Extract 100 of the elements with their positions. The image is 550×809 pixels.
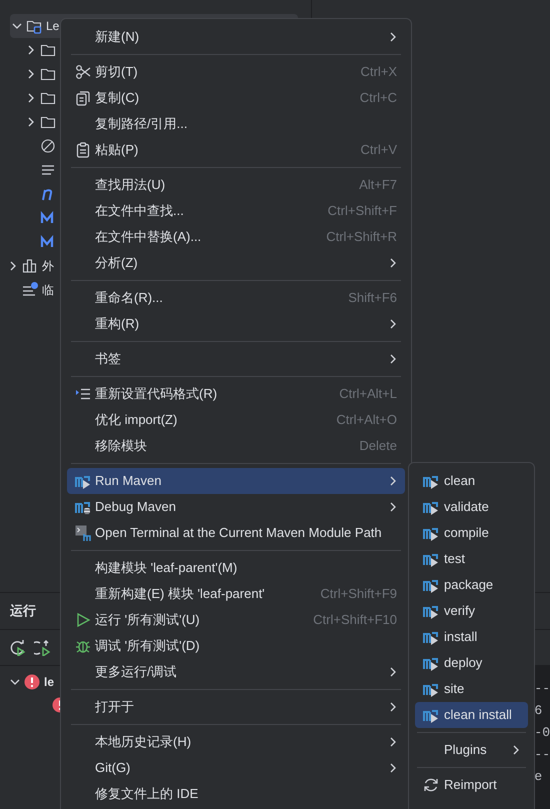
folder-icon bbox=[40, 66, 56, 82]
maven-run-icon bbox=[423, 551, 439, 567]
tree-label[interactable]: le bbox=[44, 673, 54, 691]
menu-item[interactable]: clean install bbox=[415, 702, 528, 728]
copy-icon bbox=[75, 90, 91, 106]
lines-icon bbox=[75, 386, 91, 402]
menu-item[interactable]: 书签 bbox=[67, 346, 405, 372]
menu-item[interactable]: 移除模块 Delete bbox=[67, 433, 405, 459]
maven-file-icon bbox=[40, 210, 56, 226]
menu-item[interactable]: site bbox=[415, 676, 528, 702]
menu-item[interactable]: Git(G) bbox=[67, 755, 405, 781]
shortcut-text: Ctrl+V bbox=[360, 141, 398, 160]
maven-run-icon bbox=[75, 473, 91, 489]
terminal-icon bbox=[75, 525, 91, 541]
menu-item[interactable]: 优化 import(Z) Ctrl+Alt+O bbox=[67, 407, 405, 433]
rerun-icon[interactable] bbox=[10, 640, 26, 656]
menu-item[interactable]: 重新设置代码格式(R) Ctrl+Alt+L bbox=[67, 381, 405, 407]
menu-item[interactable]: verify bbox=[415, 598, 528, 624]
tree-label[interactable]: Le bbox=[46, 17, 60, 35]
folder-icon bbox=[40, 114, 56, 130]
menu-item[interactable]: 运行 '所有测试'(U) Ctrl+Shift+F10 bbox=[67, 607, 405, 633]
menu-item[interactable]: 打开于 bbox=[67, 694, 405, 720]
submenu-chevron-icon[interactable] bbox=[389, 318, 397, 330]
menu-item[interactable]: 分析(Z) bbox=[67, 250, 405, 276]
submenu-chevron-icon[interactable] bbox=[389, 501, 397, 513]
menu-item[interactable]: Open Terminal at the Current Maven Module Path bbox=[67, 520, 405, 546]
menu-item[interactable]: package bbox=[415, 572, 528, 598]
menu-item[interactable]: 构建模块 'leaf-parent'(M) bbox=[67, 555, 405, 581]
maven-bug-icon bbox=[75, 499, 91, 515]
shortcut-text: Shift+F6 bbox=[348, 289, 398, 308]
console-text: 6 bbox=[534, 702, 544, 720]
scissors-icon bbox=[75, 64, 91, 80]
tree-label[interactable]: 外 bbox=[42, 257, 54, 275]
menu-item[interactable]: 更多运行/调试 bbox=[67, 659, 405, 685]
menu-item[interactable]: 本地历史记录(H) bbox=[67, 729, 405, 755]
submenu-chevron-icon[interactable] bbox=[389, 762, 397, 774]
menu-item[interactable]: 修复文件上的 IDE bbox=[67, 781, 405, 807]
menu-item[interactable]: 重新构建(E) 模块 'leaf-parent' Ctrl+Shift+F9 bbox=[67, 581, 405, 607]
module-folder-icon bbox=[26, 18, 42, 34]
maven-run-icon bbox=[423, 681, 439, 697]
chevron-right-icon[interactable] bbox=[9, 260, 17, 272]
chevron-right-icon[interactable] bbox=[27, 116, 35, 128]
menu-item[interactable]: clean bbox=[415, 468, 528, 494]
menu-item[interactable]: test bbox=[415, 546, 528, 572]
submenu-chevron-icon[interactable] bbox=[389, 701, 397, 713]
submenu-chevron-icon[interactable] bbox=[512, 744, 520, 756]
menu-item[interactable]: 查找用法(U) Alt+F7 bbox=[67, 172, 405, 198]
menu-item[interactable]: 调试 '所有测试'(D) bbox=[67, 633, 405, 659]
menu-item[interactable]: 重构(R) bbox=[67, 311, 405, 337]
maven-run-icon bbox=[423, 629, 439, 645]
libraries-icon bbox=[22, 258, 38, 274]
menu-item[interactable]: Plugins bbox=[415, 737, 528, 763]
maven-run-icon bbox=[423, 655, 439, 671]
menu-item[interactable]: 粘贴(P) Ctrl+V bbox=[67, 137, 405, 163]
shortcut-text: Delete bbox=[359, 437, 398, 456]
scratches-icon bbox=[22, 282, 38, 298]
chevron-down-icon[interactable] bbox=[11, 22, 23, 30]
submenu-chevron-icon[interactable] bbox=[389, 353, 397, 365]
chevron-right-icon[interactable] bbox=[27, 44, 35, 56]
menu-item[interactable]: 剪切(T) Ctrl+X bbox=[67, 59, 405, 85]
tree-label[interactable]: 临 bbox=[42, 281, 54, 299]
submenu-chevron-icon[interactable] bbox=[389, 257, 397, 269]
panel-title: 运行 bbox=[10, 602, 36, 620]
menu-item[interactable]: 在文件中查找... Ctrl+Shift+F bbox=[67, 198, 405, 224]
submenu-chevron-icon[interactable] bbox=[389, 736, 397, 748]
menu-item[interactable]: validate bbox=[415, 494, 528, 520]
menu-item[interactable]: 复制路径/引用... bbox=[67, 111, 405, 137]
shortcut-text: Ctrl+X bbox=[360, 63, 398, 82]
console-text: -0 bbox=[534, 724, 550, 742]
chevron-down-icon[interactable] bbox=[9, 678, 21, 686]
console-text: -- bbox=[534, 746, 550, 764]
shortcut-text: Ctrl+Shift+F9 bbox=[320, 585, 398, 604]
maven-file-icon bbox=[40, 234, 56, 250]
refresh-icon bbox=[423, 777, 439, 793]
console-text: e bbox=[534, 768, 544, 786]
menu-item[interactable]: 新建(N) bbox=[67, 24, 405, 50]
clipboard-icon bbox=[75, 142, 91, 158]
menu-item[interactable]: compile bbox=[415, 520, 528, 546]
shortcut-text: Ctrl+Alt+O bbox=[336, 411, 398, 430]
error-icon bbox=[24, 674, 40, 690]
menu-item[interactable]: Run Maven bbox=[67, 468, 405, 494]
menu-item[interactable]: 重命名(R)... Shift+F6 bbox=[67, 285, 405, 311]
menu-item[interactable]: deploy bbox=[415, 650, 528, 676]
folder-icon bbox=[40, 90, 56, 106]
menu-item[interactable]: Reimport bbox=[415, 772, 528, 798]
menu-item[interactable]: 在文件中替换(A)... Ctrl+Shift+R bbox=[67, 224, 405, 250]
rerun-failed-icon[interactable] bbox=[34, 640, 52, 656]
menu-item[interactable]: 复制(C) Ctrl+C bbox=[67, 85, 405, 111]
maven-run-icon bbox=[423, 707, 439, 723]
menu-item[interactable]: install bbox=[415, 624, 528, 650]
maven-run-icon bbox=[423, 525, 439, 541]
maven-run-icon bbox=[423, 603, 439, 619]
submenu-chevron-icon[interactable] bbox=[389, 475, 397, 487]
shortcut-text: Alt+F7 bbox=[359, 176, 398, 194]
shortcut-text: Ctrl+Alt+L bbox=[339, 385, 398, 404]
submenu-chevron-icon[interactable] bbox=[389, 31, 397, 43]
submenu-chevron-icon[interactable] bbox=[389, 666, 397, 678]
chevron-right-icon[interactable] bbox=[27, 92, 35, 104]
menu-item[interactable]: Debug Maven bbox=[67, 494, 405, 520]
chevron-right-icon[interactable] bbox=[27, 68, 35, 80]
